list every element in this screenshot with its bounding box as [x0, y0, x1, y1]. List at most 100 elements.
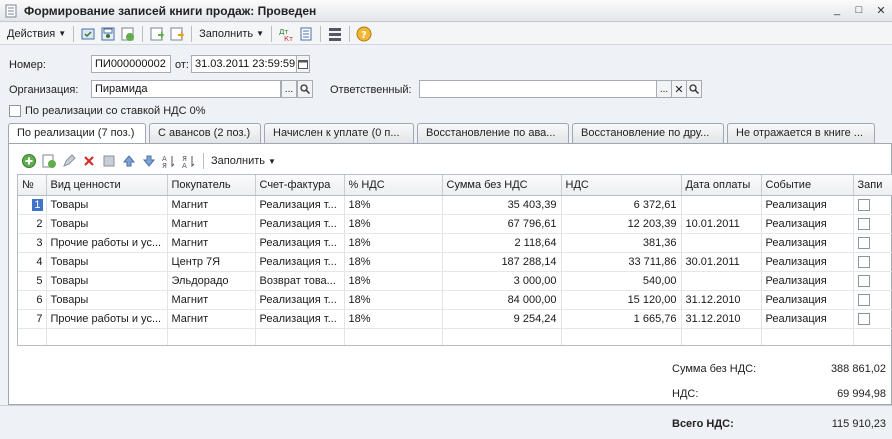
cell-payment-date: [681, 233, 762, 253]
organization-field[interactable]: Пирамида: [91, 80, 281, 98]
actions-menu[interactable]: Действия ▼: [4, 25, 69, 43]
table-row[interactable]: 1 Товары Магнит Реализация т... 18% 35 403,39…: [18, 195, 892, 215]
help-icon[interactable]: ?: [355, 25, 373, 43]
save-icon[interactable]: [99, 25, 117, 43]
cell-vat-rate: 18%: [344, 309, 443, 329]
row-number: 4: [36, 255, 43, 268]
calendar-icon: [298, 60, 308, 69]
cell-buyer: Магнит: [167, 195, 256, 215]
cell-event: Реализация: [761, 252, 854, 272]
cell-invoice: Реализация т...: [255, 309, 345, 329]
row-number: 2: [36, 217, 43, 230]
divider: [0, 405, 892, 406]
calendar-button[interactable]: [296, 55, 310, 73]
table-toolbar: АЯ ЯА Заполнить ▼: [19, 151, 279, 171]
table-row[interactable]: 7 Прочие работы и ус... Магнит Реализация т…: [18, 309, 892, 329]
row-number: 6: [36, 293, 43, 306]
col-buyer[interactable]: Покупатель: [167, 175, 256, 196]
col-record[interactable]: Запи: [853, 175, 892, 196]
post-icon[interactable]: [148, 25, 166, 43]
cell-buyer: Эльдорадо: [167, 271, 256, 291]
maximize-button[interactable]: □: [852, 3, 866, 17]
number-field[interactable]: ПИ000000002: [91, 55, 171, 73]
cell-event: Реализация: [761, 233, 854, 253]
cell-event: Реализация: [761, 309, 854, 329]
end-edit-icon[interactable]: [100, 152, 118, 170]
add-row-icon[interactable]: [20, 152, 38, 170]
cell-kind: Прочие работы и ус...: [46, 309, 168, 329]
responsible-field[interactable]: [419, 80, 657, 98]
table-fill-menu[interactable]: Заполнить ▼: [208, 152, 279, 170]
structure-icon[interactable]: [326, 25, 344, 43]
fill-menu[interactable]: Заполнить ▼: [196, 25, 267, 43]
tab-not-reflected[interactable]: Не отражается в книге ...: [727, 123, 875, 143]
cell-number: 6: [18, 290, 47, 310]
record-checkbox[interactable]: [857, 255, 870, 268]
table-row[interactable]: 2 Товары Магнит Реализация т... 18% 67 796,61…: [18, 214, 892, 234]
table-row[interactable]: 6 Товары Магнит Реализация т... 18% 84 000,00…: [18, 290, 892, 310]
post-and-close-icon[interactable]: [79, 25, 97, 43]
date-field[interactable]: 31.03.2011 23:59:59: [191, 55, 297, 73]
movements-icon[interactable]: Дт Кт: [277, 25, 295, 43]
col-event[interactable]: Событие: [761, 175, 854, 196]
col-payment-date[interactable]: Дата оплаты: [681, 175, 762, 196]
number-label: Номер:: [9, 59, 46, 71]
cell-number: 7: [18, 309, 47, 329]
record-checkbox[interactable]: [857, 293, 870, 306]
minimize-button[interactable]: _: [830, 3, 844, 17]
move-down-icon[interactable]: [140, 152, 158, 170]
toolbar-separator: [191, 25, 193, 42]
record-checkbox[interactable]: [857, 274, 870, 287]
organization-search-button[interactable]: [297, 80, 313, 98]
refresh-icon[interactable]: [119, 25, 137, 43]
cell-record: [853, 233, 892, 253]
copy-row-icon[interactable]: [40, 152, 58, 170]
edit-row-icon[interactable]: [60, 152, 78, 170]
col-vat-rate[interactable]: % НДС: [344, 175, 443, 196]
table-fill-label: Заполнить: [211, 155, 266, 167]
table-row[interactable]: 4 Товары Центр 7Я Реализация т... 18% 187 288…: [18, 252, 892, 272]
table-row[interactable]: 3 Прочие работы и ус... Магнит Реализация т…: [18, 233, 892, 253]
responsible-select-button[interactable]: ...: [656, 80, 672, 98]
tab-sales[interactable]: По реализации (7 поз.): [8, 123, 146, 143]
organization-select-button[interactable]: ...: [281, 80, 297, 98]
responsible-search-button[interactable]: [686, 80, 702, 98]
cell-sum-without-vat: 35 403,39: [442, 195, 562, 215]
responsible-clear-button[interactable]: ✕: [671, 80, 687, 98]
toolbar-separator: [349, 25, 351, 42]
unpost-icon[interactable]: [168, 25, 186, 43]
tab-accrued[interactable]: Начислен к уплате (0 п...: [264, 123, 414, 143]
col-kind[interactable]: Вид ценности: [46, 175, 168, 196]
sort-desc-icon[interactable]: ЯА: [180, 152, 198, 170]
svg-text:?: ?: [361, 30, 367, 41]
tab-recovery-advances[interactable]: Восстановление по ава...: [417, 123, 569, 143]
record-checkbox[interactable]: [857, 198, 870, 211]
tab-recovery-other[interactable]: Восстановление по дру...: [572, 123, 724, 143]
empty-cell: [761, 328, 854, 345]
record-checkbox[interactable]: [857, 236, 870, 249]
close-button[interactable]: ✕: [874, 3, 888, 17]
sort-asc-icon[interactable]: АЯ: [160, 152, 178, 170]
vat0-checkbox[interactable]: [9, 105, 21, 117]
title-bar: Формирование записей книги продаж: Прове…: [0, 0, 892, 22]
actions-menu-label: Действия: [7, 27, 56, 40]
record-checkbox[interactable]: [857, 217, 870, 230]
col-invoice[interactable]: Счет-фактура: [255, 175, 345, 196]
cell-vat: 1 665,76: [561, 309, 682, 329]
cell-vat-rate: 18%: [344, 233, 443, 253]
cell-buyer: Центр 7Я: [167, 252, 256, 272]
empty-cell: [46, 328, 168, 345]
tab-advances[interactable]: С авансов (2 поз.): [149, 123, 261, 143]
cell-number: 2: [18, 214, 47, 234]
col-vat[interactable]: НДС: [561, 175, 682, 196]
col-sum-without-vat[interactable]: Сумма без НДС: [442, 175, 562, 196]
move-up-icon[interactable]: [120, 152, 138, 170]
col-number[interactable]: №: [18, 175, 47, 196]
record-checkbox[interactable]: [857, 312, 870, 325]
fill-menu-label: Заполнить: [199, 27, 254, 40]
tab-bar: По реализации (7 поз.) С авансов (2 поз.…: [8, 123, 875, 143]
print-icon[interactable]: [297, 25, 315, 43]
cell-number: 4: [18, 252, 47, 272]
table-row[interactable]: 5 Товары Эльдорадо Возврат това... 18% 3 000,…: [18, 271, 892, 291]
delete-row-icon[interactable]: [80, 152, 98, 170]
